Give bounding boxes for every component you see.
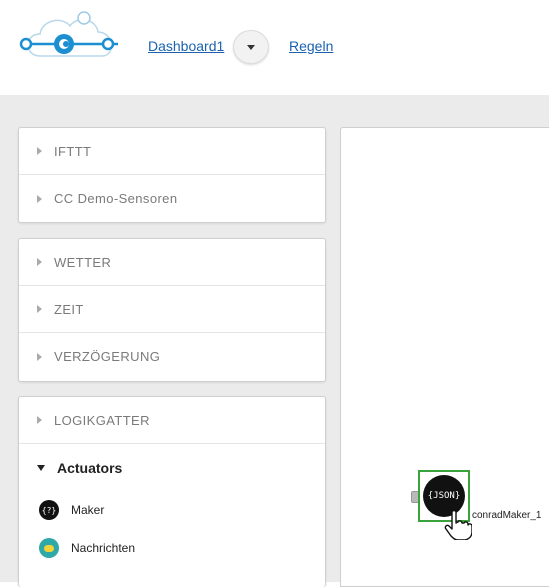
sidebar-panel-inputs: WETTER ZEIT VERZÖGERUNG [18, 238, 326, 382]
sidebar-item-label: IFTTT [54, 143, 92, 159]
chevron-right-icon [37, 305, 42, 313]
chevron-right-icon [37, 258, 42, 266]
sidebar-item-label: LOGIKGATTER [54, 412, 150, 428]
actuator-item-nachrichten[interactable]: Nachrichten [19, 529, 325, 567]
hand-cursor-icon [444, 510, 472, 540]
chevron-right-icon [37, 352, 42, 361]
message-bubble-icon [39, 538, 59, 558]
sidebar-item-label: CC Demo-Sensoren [54, 191, 178, 206]
sidebar-item-zeit[interactable]: ZEIT [19, 286, 325, 333]
sidebar-item-label: WETTER [54, 254, 112, 270]
actuator-item-label: Nachrichten [71, 541, 136, 555]
sidebar-item-cc-demo-sensoren[interactable]: CC Demo-Sensoren [19, 175, 325, 222]
chevron-right-icon [37, 416, 42, 424]
sidebar-item-verzoegerung[interactable]: VERZÖGERUNG [19, 333, 325, 380]
cloud-logo-icon[interactable] [18, 8, 124, 70]
chevron-down-icon [37, 464, 45, 471]
actuator-item-maker[interactable]: {?} Maker [19, 491, 325, 529]
actuator-item-label: Maker [71, 503, 105, 517]
json-maker-icon: {?} [39, 500, 59, 520]
node-icon-text: {JSON} [427, 491, 461, 501]
sidebar-item-label: Actuators [57, 459, 123, 476]
chevron-right-icon [37, 147, 42, 155]
sidebar-item-ifttt[interactable]: IFTTT [19, 128, 325, 175]
dashboard-dropdown-button[interactable] [233, 30, 269, 64]
chevron-right-icon [37, 194, 42, 203]
sidebar-item-label: VERZÖGERUNG [54, 349, 161, 364]
dashboard-link[interactable]: Dashboard1 [148, 38, 224, 54]
sidebar-item-logikgatter[interactable]: LOGIKGATTER [19, 397, 325, 444]
sidebar-item-actuators[interactable]: Actuators [19, 444, 325, 491]
app-header: Dashboard1 Regeln [0, 0, 549, 95]
node-label: conradMaker_1 [472, 510, 542, 521]
rules-link[interactable]: Regeln [289, 38, 333, 54]
sidebar-panel-sources: IFTTT CC Demo-Sensoren [18, 127, 326, 223]
sidebar-panel-logic: LOGIKGATTER Actuators {?} Maker Nachrich… [18, 396, 326, 587]
sidebar-item-wetter[interactable]: WETTER [19, 239, 325, 286]
sidebar-item-label: ZEIT [54, 301, 84, 317]
chevron-down-icon [247, 44, 255, 50]
